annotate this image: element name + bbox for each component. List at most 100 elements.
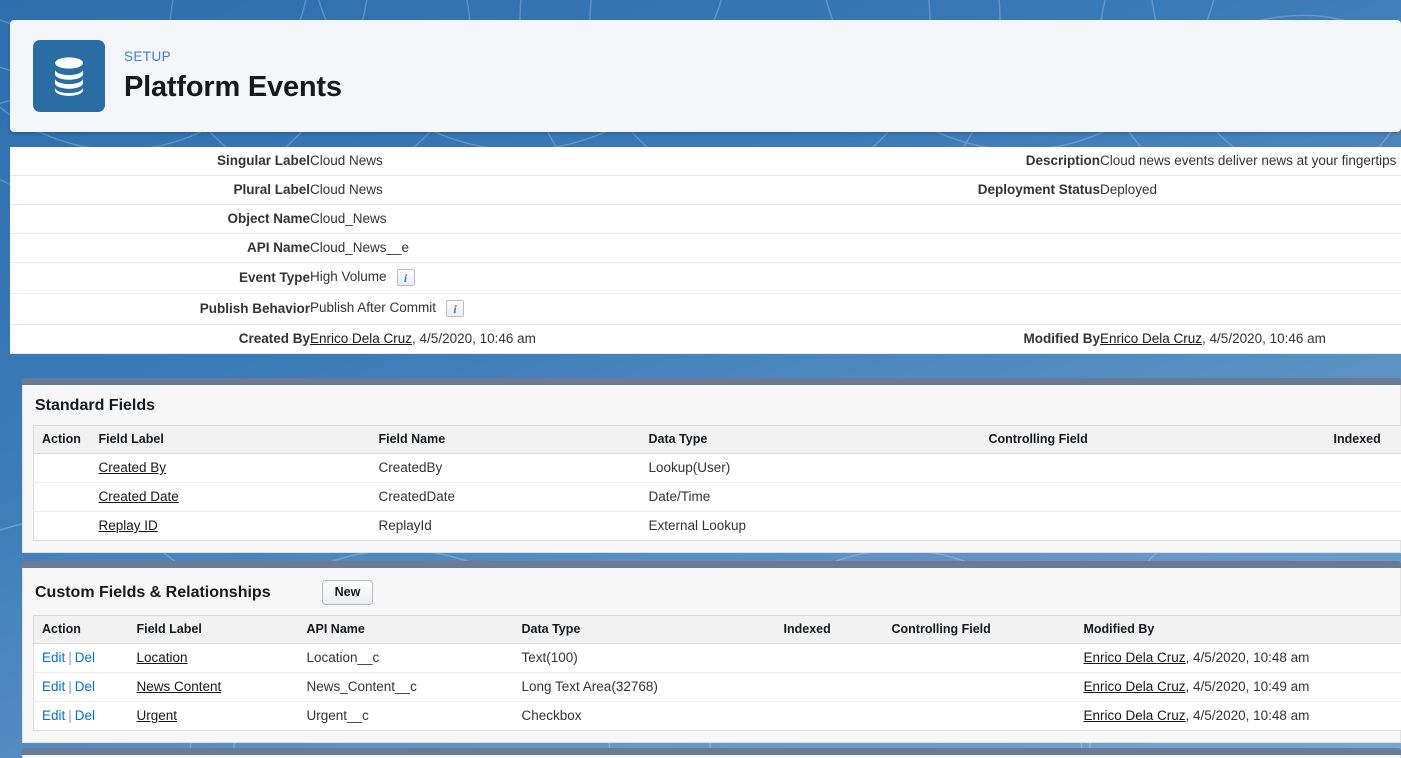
custom-fields-title: Custom Fields & Relationships bbox=[35, 584, 271, 602]
detail-value: Cloud_News bbox=[310, 205, 710, 234]
edit-link[interactable]: Edit bbox=[42, 650, 65, 665]
event-type-info-icon[interactable]: i bbox=[397, 269, 415, 286]
setup-eyebrow: SETUP bbox=[124, 50, 342, 64]
cell-field-label: Urgent bbox=[129, 702, 299, 731]
field-label-link[interactable]: Location bbox=[137, 650, 188, 665]
cell-action bbox=[34, 483, 91, 512]
cell-modified-by: Enrico Dela Cruz, 4/5/2020, 10:49 am bbox=[1076, 673, 1401, 702]
column-header-indexed: Indexed bbox=[1326, 426, 1401, 454]
detail-spacer bbox=[710, 234, 880, 263]
modified-by-user-link[interactable]: Enrico Dela Cruz bbox=[1084, 679, 1186, 694]
delete-link[interactable]: Del bbox=[75, 679, 95, 694]
field-label-link[interactable]: Urgent bbox=[137, 708, 178, 723]
detail-label: Description bbox=[880, 147, 1100, 176]
cell-field-label: Location bbox=[129, 644, 299, 673]
cell-api-name: Urgent__c bbox=[299, 702, 514, 731]
detail-value: Cloud_News__e bbox=[310, 234, 710, 263]
table-row: Created Date CreatedDate Date/Time bbox=[34, 483, 1401, 512]
detail-spacer bbox=[710, 263, 880, 294]
cell-controlling-field bbox=[884, 702, 1076, 731]
modified-by-user-link[interactable]: Enrico Dela Cruz bbox=[1084, 650, 1186, 665]
detail-row: Event Type High Volumei bbox=[10, 263, 1401, 294]
custom-fields-table: Action Field Label API Name Data Type In… bbox=[33, 615, 1401, 731]
detail-value bbox=[1100, 294, 1401, 325]
cell-indexed bbox=[776, 673, 884, 702]
modified-by-timestamp: , 4/5/2020, 10:48 am bbox=[1186, 650, 1310, 665]
cell-field-name: CreatedBy bbox=[371, 454, 641, 483]
created-by-user-link[interactable]: Enrico Dela Cruz bbox=[310, 331, 412, 346]
cell-action: Edit|Del bbox=[34, 644, 129, 673]
created-by-timestamp: , 4/5/2020, 10:46 am bbox=[412, 331, 536, 346]
field-label-link[interactable]: Created Date bbox=[99, 489, 179, 504]
cell-data-type: Date/Time bbox=[641, 483, 981, 512]
detail-label bbox=[880, 234, 1100, 263]
column-header-field-label: Field Label bbox=[91, 426, 371, 454]
detail-spacer bbox=[710, 325, 880, 354]
detail-table: Singular Label Cloud News Description Cl… bbox=[10, 147, 1401, 354]
field-label-link[interactable]: News Content bbox=[137, 679, 222, 694]
cell-data-type: Lookup(User) bbox=[641, 454, 981, 483]
created-by-label: Created By bbox=[10, 325, 310, 354]
detail-row: Object Name Cloud_News bbox=[10, 205, 1401, 234]
table-row: Created By CreatedBy Lookup(User) bbox=[34, 454, 1401, 483]
detail-label bbox=[880, 263, 1100, 294]
detail-row: API Name Cloud_News__e bbox=[10, 234, 1401, 263]
table-row: Replay ID ReplayId External Lookup bbox=[34, 512, 1401, 541]
detail-label bbox=[880, 205, 1100, 234]
detail-label: Plural Label bbox=[10, 176, 310, 205]
section-top-bar bbox=[22, 748, 1401, 755]
publish-behavior-info-icon[interactable]: i bbox=[446, 300, 464, 317]
detail-spacer bbox=[710, 294, 880, 325]
new-custom-field-button[interactable]: New bbox=[322, 580, 374, 605]
action-separator: | bbox=[65, 679, 75, 694]
cell-field-label: Created By bbox=[91, 454, 371, 483]
detail-row: Plural Label Cloud News Deployment Statu… bbox=[10, 176, 1401, 205]
detail-value: High Volumei bbox=[310, 263, 710, 294]
setup-page: SETUP Platform Events Singular Label Clo… bbox=[0, 0, 1401, 758]
modified-by-user-link[interactable]: Enrico Dela Cruz bbox=[1100, 331, 1202, 346]
cell-action bbox=[34, 454, 91, 483]
column-header-controlling-field: Controlling Field bbox=[981, 426, 1326, 454]
cell-controlling-field bbox=[884, 644, 1076, 673]
table-row: Edit|Del Location Location__c Text(100) … bbox=[34, 644, 1401, 673]
edit-link[interactable]: Edit bbox=[42, 708, 65, 723]
cell-field-name: CreatedDate bbox=[371, 483, 641, 512]
column-header-controlling-field: Controlling Field bbox=[884, 616, 1076, 644]
cell-action: Edit|Del bbox=[34, 673, 129, 702]
cell-field-label: Created Date bbox=[91, 483, 371, 512]
cell-controlling-field bbox=[884, 673, 1076, 702]
modified-by-label: Modified By bbox=[880, 325, 1100, 354]
next-section-partial bbox=[22, 748, 1401, 758]
delete-link[interactable]: Del bbox=[75, 650, 95, 665]
action-separator: | bbox=[65, 708, 75, 723]
detail-label: Singular Label bbox=[10, 147, 310, 176]
publish-behavior-value: Publish After Commit bbox=[310, 300, 436, 315]
modified-by-timestamp: , 4/5/2020, 10:48 am bbox=[1186, 708, 1310, 723]
cell-action bbox=[34, 512, 91, 541]
cell-indexed bbox=[1326, 483, 1401, 512]
detail-label: Object Name bbox=[10, 205, 310, 234]
delete-link[interactable]: Del bbox=[75, 708, 95, 723]
column-header-modified-by: Modified By bbox=[1076, 616, 1401, 644]
modified-by-value: Enrico Dela Cruz, 4/5/2020, 10:46 am bbox=[1100, 325, 1401, 354]
detail-row: Publish Behavior Publish After Commit i bbox=[10, 294, 1401, 325]
modified-by-user-link[interactable]: Enrico Dela Cruz bbox=[1084, 708, 1186, 723]
cell-action: Edit|Del bbox=[34, 702, 129, 731]
cell-modified-by: Enrico Dela Cruz, 4/5/2020, 10:48 am bbox=[1076, 702, 1401, 731]
table-header-row: Action Field Label API Name Data Type In… bbox=[34, 616, 1401, 644]
modified-by-timestamp: , 4/5/2020, 10:46 am bbox=[1202, 331, 1326, 346]
field-label-link[interactable]: Created By bbox=[99, 460, 167, 475]
cell-indexed bbox=[1326, 454, 1401, 483]
edit-link[interactable]: Edit bbox=[42, 679, 65, 694]
detail-value: Cloud news events deliver news at your f… bbox=[1100, 147, 1401, 176]
detail-label: Publish Behavior bbox=[10, 294, 310, 325]
cell-controlling-field bbox=[981, 512, 1326, 541]
standard-fields-section: Standard Fields Action Field Label Field… bbox=[22, 378, 1401, 553]
detail-label bbox=[880, 294, 1100, 325]
field-label-link[interactable]: Replay ID bbox=[99, 518, 158, 533]
standard-fields-table: Action Field Label Field Name Data Type … bbox=[33, 425, 1401, 541]
detail-value: Publish After Commit i bbox=[310, 294, 710, 325]
section-top-bar bbox=[22, 378, 1401, 385]
detail-value: Cloud News bbox=[310, 147, 710, 176]
cell-data-type: Checkbox bbox=[514, 702, 776, 731]
